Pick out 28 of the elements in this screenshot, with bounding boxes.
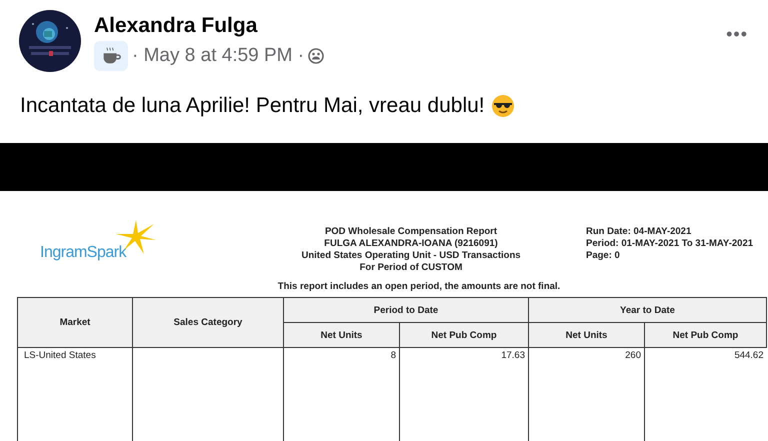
table-cell: LS-United States (18, 348, 132, 441)
column-group-header: Period to Date (284, 298, 528, 322)
report-title-line: For Period of CUSTOM (360, 262, 462, 274)
report-title-line: FULGA ALEXANDRA-IOANA (9216091) (324, 238, 498, 250)
more-options-button[interactable]: ••• (726, 24, 748, 45)
table-cell: 8 (284, 348, 400, 441)
column-header: Sales Category (132, 298, 284, 348)
table-cell: 260 (528, 348, 644, 441)
column-header: Net Pub Comp (644, 322, 766, 348)
report-info-line: Period: 01-MAY-2021 To 31-MAY-2021 (586, 238, 754, 250)
coffee-cup-icon (94, 41, 128, 71)
sunglasses-face-icon (490, 94, 515, 118)
report-info-line: Run Date: 04-MAY-2021 (586, 226, 692, 238)
column-group-header: Year to Date (528, 298, 766, 322)
post-timestamp[interactable]: · May 8 at 4:59 PM · (132, 45, 304, 67)
table-cell: 544.62 (644, 348, 766, 441)
author-name[interactable]: Alexandra Fulga (94, 13, 714, 39)
column-header: Net Pub Comp (400, 322, 528, 348)
report-notice: This report includes an open period, the amounts are not final. (276, 280, 562, 294)
column-header: Market (18, 298, 132, 348)
ingramspark-logo: IngramSpark (40, 244, 126, 261)
report-info-line: Page: 0 (586, 250, 621, 262)
table-cell: 17.63 (400, 348, 528, 441)
report-title-line: POD Wholesale Compensation Report (324, 226, 498, 238)
column-header: Net Units (528, 322, 644, 348)
report-title-line: United States Operating Unit - USD Transactions (301, 250, 521, 262)
post-text: Incantata de luna Aprilie! Pentru Mai, vreau dublu! (20, 94, 485, 118)
column-header: Net Units (284, 322, 400, 348)
